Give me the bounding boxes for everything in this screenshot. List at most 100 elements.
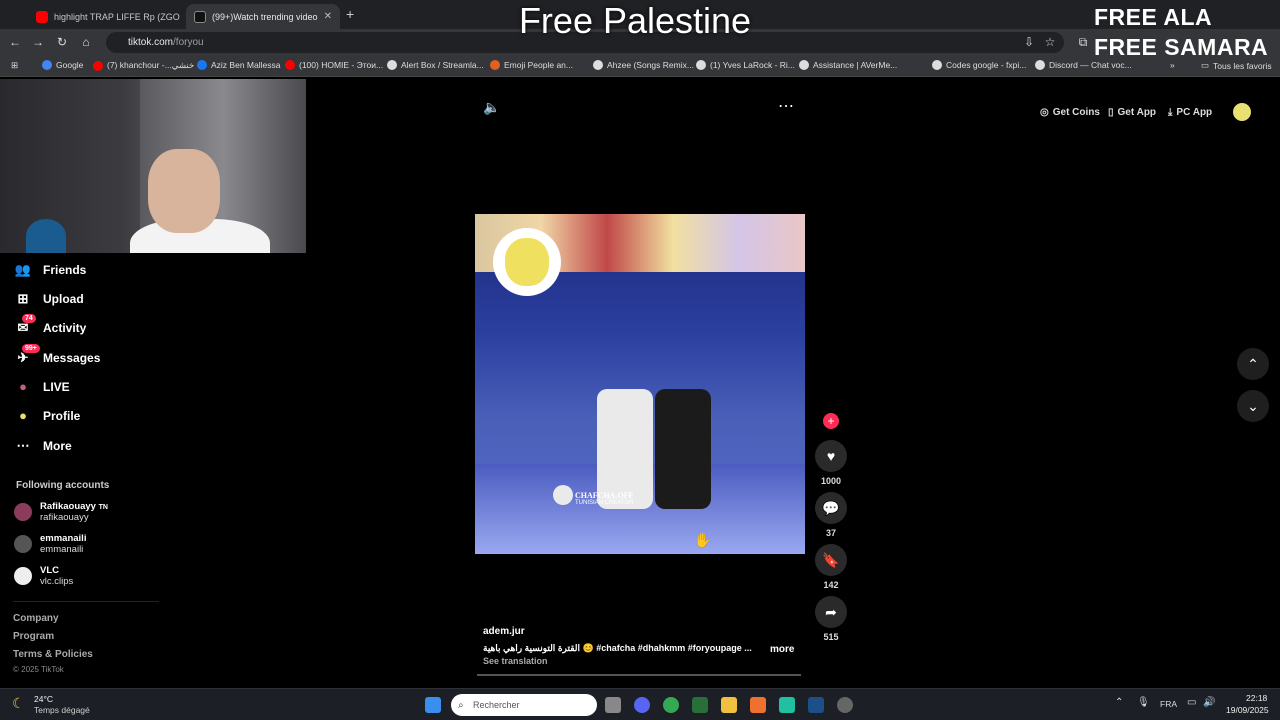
forward-icon[interactable]: → — [30, 35, 46, 49]
clock-date[interactable]: 19/09/2025 — [1226, 705, 1269, 715]
bookmark-item[interactable]: Aziz Ben Mallessa — [197, 60, 280, 70]
speaker-icon[interactable]: 🔊 — [1203, 697, 1215, 708]
user-avatar[interactable] — [1233, 103, 1251, 121]
tab-tiktok[interactable]: (99+)Watch trending video ✕ — [186, 4, 340, 29]
bookmark-item[interactable]: Google — [42, 60, 83, 70]
all-bookmarks-label: Tous les favoris — [1213, 60, 1272, 71]
save-button[interactable]: 🔖 142 — [815, 544, 847, 590]
reload-icon[interactable]: ↻ — [54, 35, 70, 49]
bookmark-item[interactable]: (100) HOMIE - Этои... — [285, 60, 383, 70]
bookmark-item[interactable]: Codes google - fxpi... — [932, 60, 1026, 70]
sidebar-item-live[interactable]: ● LIVE — [14, 379, 70, 394]
get-coins-button[interactable]: ◎ Get Coins — [1040, 98, 1100, 126]
notification-badge: 74 — [22, 314, 36, 323]
bookmark-item[interactable]: Discord — Chat voc... — [1035, 60, 1132, 70]
bookmark-label: Aziz Ben Mallessa — [211, 60, 281, 70]
next-video-button[interactable]: ⌄ — [1237, 390, 1269, 422]
comment-button[interactable]: 💬 37 — [815, 492, 847, 538]
share-button[interactable]: ➦ 515 — [815, 596, 847, 642]
video-player[interactable]: CHAFCHA.OFF TUNISIAN CREATOR — [475, 214, 805, 554]
following-header: Following accounts — [16, 480, 110, 491]
file-explorer-icon[interactable] — [721, 697, 737, 713]
sidebar-item-profile[interactable]: ● Profile — [14, 408, 80, 423]
clock-time[interactable]: 22:18 — [1246, 693, 1267, 703]
footer-link-terms[interactable]: Terms & Policies — [13, 649, 93, 660]
star-icon[interactable]: ☆ — [1042, 35, 1058, 49]
app-icon[interactable] — [692, 697, 708, 713]
microphone-icon[interactable]: 🎙 — [1137, 697, 1150, 708]
volume-icon[interactable]: 🔈 — [483, 99, 500, 116]
following-account[interactable]: emmanaili emmanaili — [14, 533, 86, 555]
button-label: PC App — [1176, 106, 1213, 118]
chrome-icon[interactable] — [663, 697, 679, 713]
pc-app-button[interactable]: ⤓ PC App — [1168, 98, 1212, 126]
all-bookmarks[interactable]: ▭ Tous les favoris — [1201, 60, 1272, 71]
bookmark-item[interactable]: Alert Box / Streamla... — [387, 60, 484, 70]
bookmark-label: Emoji People an... — [504, 60, 573, 70]
save-count: 142 — [823, 580, 839, 590]
taskbar-search[interactable]: ⌕ Rechercher — [451, 694, 597, 716]
app-icon[interactable] — [779, 697, 795, 713]
apps-icon[interactable]: ⊞ — [11, 60, 18, 71]
video-progress-bar[interactable] — [477, 674, 801, 676]
see-translation-link[interactable]: See translation — [483, 656, 548, 666]
like-button[interactable]: ♥ 1000 — [815, 440, 847, 486]
bookmark-label: Ahzee (Songs Remix... — [607, 60, 694, 70]
home-icon[interactable]: ⌂ — [78, 35, 94, 49]
follow-button[interactable]: + — [815, 413, 847, 429]
webcam-overlay — [0, 79, 306, 253]
stream-overlay-title: Free Palestine — [518, 0, 752, 41]
more-bookmarks-icon[interactable]: » — [1170, 60, 1175, 70]
discord-icon[interactable] — [634, 697, 650, 713]
weather-temp[interactable]: 24°C — [34, 694, 53, 704]
upload-icon: ⊞ — [17, 291, 29, 306]
sidebar-item-friends[interactable]: 👥 Friends — [14, 262, 86, 278]
following-account[interactable]: VLC vlc.clips — [14, 565, 73, 587]
video-caption: القترة التونسية راهي باهية 😊 #chafcha #d… — [483, 643, 752, 654]
share-count: 515 — [823, 632, 839, 642]
extensions-icon[interactable]: ⧉ — [1075, 35, 1091, 50]
bookmark-label: (100) HOMIE - Этои... — [299, 60, 384, 70]
following-account[interactable]: Rafikaouayy TN rafikaouayy — [14, 501, 108, 523]
footer-link-company[interactable]: Company — [13, 613, 59, 624]
footer-link-program[interactable]: Program — [13, 631, 54, 642]
bookmark-item[interactable]: (7) khanchour -...خنشي — [93, 60, 194, 71]
account-flag: TN — [98, 504, 108, 511]
sidebar-item-messages[interactable]: ✈ 99+ Messages — [14, 344, 100, 366]
more-options-icon[interactable]: ⋯ — [778, 96, 794, 116]
bookmark-item[interactable]: Assistance | AVerMe... — [799, 60, 897, 70]
avatar — [14, 567, 32, 585]
bookmark-item[interactable]: Emoji People an... — [490, 60, 573, 70]
app-icon[interactable] — [750, 697, 766, 713]
tab-youtube[interactable]: highlight TRAP LIFFE Rp (ZGO ✕ — [28, 4, 182, 29]
new-tab-button[interactable]: + — [346, 6, 354, 22]
tab-label: (99+)Watch trending video — [212, 11, 318, 22]
back-icon[interactable]: ← — [7, 35, 23, 49]
network-icon[interactable]: ▭ — [1187, 697, 1196, 708]
tray-chevron-icon[interactable]: ⌃ — [1115, 697, 1123, 708]
steam-icon[interactable] — [808, 697, 824, 713]
bookmark-item[interactable]: Ahzee (Songs Remix... — [593, 60, 694, 70]
bookmark-item[interactable]: (1) Yves LaRock - Ri... — [696, 60, 795, 70]
previous-video-button[interactable]: ⌃ — [1237, 348, 1269, 380]
sidebar-item-label: Friends — [43, 263, 87, 277]
language-indicator[interactable]: FRA — [1160, 699, 1177, 709]
start-icon[interactable] — [425, 697, 441, 713]
google-icon — [42, 60, 52, 70]
weather-desc[interactable]: Temps dégagé — [34, 705, 90, 715]
install-icon[interactable]: ⇩ — [1021, 35, 1037, 49]
video-author[interactable]: adem.jur — [483, 626, 525, 637]
friends-icon: 👥 — [14, 262, 32, 277]
caption-hashtags[interactable]: #chafcha #dhahkmm #foryoupage ... — [596, 643, 752, 653]
folder-icon: ▭ — [1201, 60, 1210, 70]
close-icon[interactable]: ✕ — [324, 11, 332, 22]
sidebar-item-activity[interactable]: ✉ 74 Activity — [14, 314, 86, 336]
more-button[interactable]: more — [770, 644, 794, 655]
app-icon[interactable] — [837, 697, 853, 713]
get-app-button[interactable]: ▯ Get App — [1108, 98, 1156, 126]
activity-icon: ✉ 74 — [14, 314, 36, 336]
sidebar-item-upload[interactable]: ⊞ Upload — [14, 291, 84, 307]
task-view-icon[interactable] — [605, 697, 621, 713]
sidebar-item-more[interactable]: ⋯ More — [14, 438, 72, 454]
stream-overlay-text: FREE SAMARA — [1094, 34, 1269, 60]
